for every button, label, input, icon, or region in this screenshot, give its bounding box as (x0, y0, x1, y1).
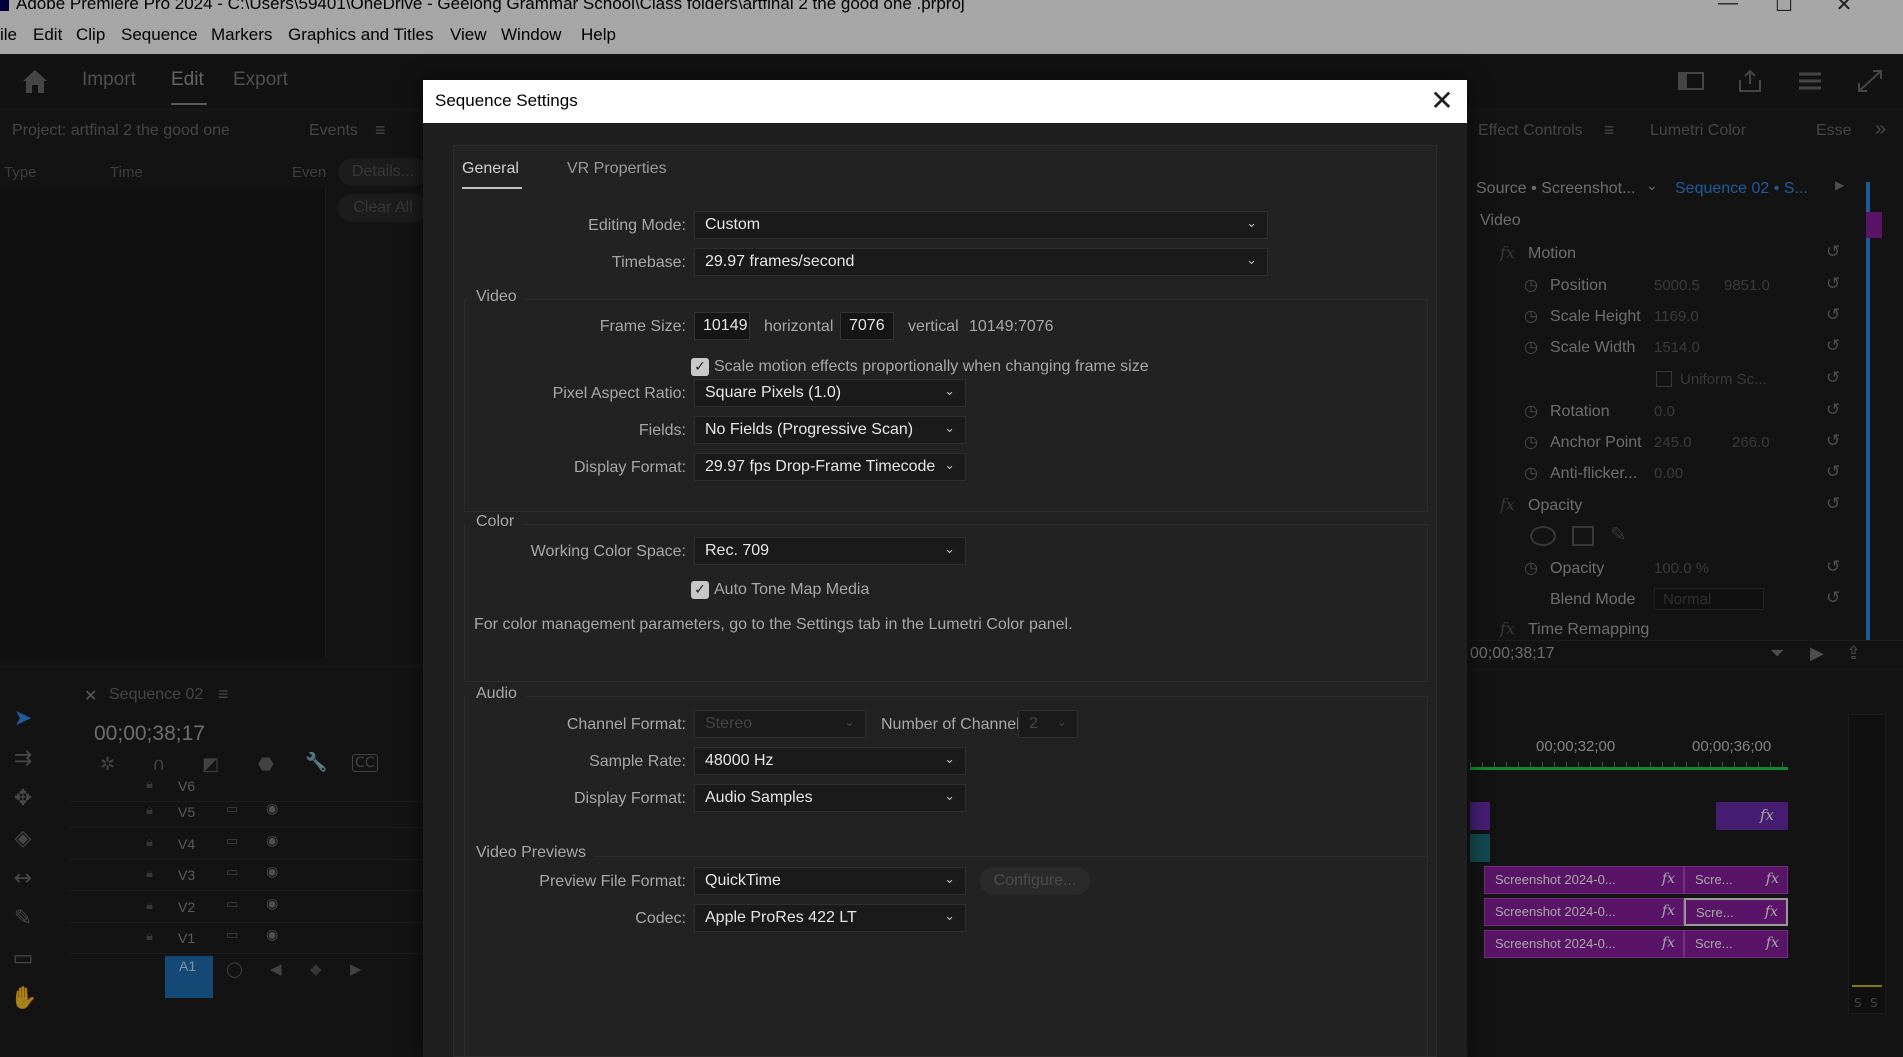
frame-width-input[interactable]: 10149 (694, 312, 750, 340)
chevron-down-icon: ⌄ (1246, 215, 1257, 230)
pixel-aspect-label: Pixel Aspect Ratio: (552, 385, 686, 402)
timebase-value: 29.97 frames/second (705, 253, 855, 270)
chevron-down-icon: ⌄ (944, 457, 955, 472)
working-color-space-select[interactable]: Rec. 709 ⌄ (694, 537, 966, 565)
chevron-down-icon: ⌄ (1056, 714, 1067, 729)
auto-tone-map-label[interactable]: Auto Tone Map Media (714, 581, 869, 599)
chevron-down-icon: ⌄ (944, 541, 955, 556)
audio-display-format-select[interactable]: Audio Samples ⌄ (694, 784, 966, 812)
configure-button: Configure... (980, 867, 1090, 895)
video-section-title: Video (466, 288, 525, 306)
chevron-down-icon: ⌄ (944, 751, 955, 766)
editing-mode-select[interactable]: Custom ⌄ (694, 211, 1268, 239)
preview-file-format-value: QuickTime (705, 872, 781, 889)
chevron-down-icon: ⌄ (844, 714, 855, 729)
audio-display-format-value: Audio Samples (705, 789, 813, 806)
dialog-close-button[interactable]: ✕ (1427, 84, 1457, 117)
fields-label: Fields: (638, 422, 686, 439)
tab-general[interactable]: General (462, 160, 519, 178)
video-display-format-select[interactable]: 29.97 fps Drop-Frame Timecode ⌄ (694, 453, 966, 481)
chevron-down-icon: ⌄ (944, 420, 955, 435)
scale-motion-checkbox[interactable]: ✓ (691, 358, 709, 376)
scale-motion-label[interactable]: Scale motion effects proportionally when… (714, 358, 1149, 376)
auto-tone-map-checkbox[interactable]: ✓ (691, 581, 709, 599)
pixel-aspect-value: Square Pixels (1.0) (705, 384, 842, 401)
active-tab-indicator (462, 187, 522, 189)
editing-mode-value: Custom (705, 216, 761, 233)
color-management-note: For color management parameters, go to t… (474, 616, 1073, 633)
video-display-format-value: 29.97 fps Drop-Frame Timecode (705, 458, 936, 475)
codec-label: Codec: (635, 910, 686, 927)
fields-value: No Fields (Progressive Scan) (705, 421, 914, 438)
timebase-label: Timebase: (611, 254, 686, 271)
channel-format-select: Stereo ⌄ (694, 710, 866, 738)
aspect-ratio-readout: 10149:7076 (969, 318, 1054, 335)
sample-rate-label: Sample Rate: (589, 753, 686, 770)
pixel-aspect-select[interactable]: Square Pixels (1.0) ⌄ (694, 379, 966, 407)
working-color-space-label: Working Color Space: (530, 543, 686, 560)
dialog-titlebar: Sequence Settings ✕ (423, 80, 1467, 123)
preview-file-format-select[interactable]: QuickTime ⌄ (694, 867, 966, 895)
dialog-body: General VR Properties Editing Mode: Cust… (453, 145, 1437, 1057)
editing-mode-label: Editing Mode: (588, 217, 686, 234)
audio-display-format-label: Display Format: (573, 790, 686, 807)
number-of-channels-select: 2 ⌄ (1018, 710, 1078, 738)
timebase-select[interactable]: 29.97 frames/second ⌄ (694, 248, 1268, 276)
number-of-channels-label: Number of Channels: (881, 716, 1033, 733)
working-color-space-value: Rec. 709 (705, 542, 770, 559)
number-of-channels-value: 2 (1029, 715, 1038, 732)
chevron-down-icon: ⌄ (944, 383, 955, 398)
chevron-down-icon: ⌄ (944, 788, 955, 803)
sequence-settings-dialog: Sequence Settings ✕ General VR Propertie… (423, 80, 1467, 1057)
color-section-title: Color (466, 513, 523, 531)
audio-section-title: Audio (466, 685, 525, 703)
sample-rate-value: 48000 Hz (705, 752, 774, 769)
dialog-title: Sequence Settings (435, 91, 578, 110)
codec-value: Apple ProRes 422 LT (705, 909, 857, 926)
sample-rate-select[interactable]: 48000 Hz ⌄ (694, 747, 966, 775)
horizontal-label: horizontal (764, 318, 834, 335)
preview-file-format-label: Preview File Format: (539, 873, 686, 890)
frame-size-label: Frame Size: (599, 318, 686, 335)
chevron-down-icon: ⌄ (944, 908, 955, 923)
channel-format-label: Channel Format: (566, 716, 686, 733)
chevron-down-icon: ⌄ (1246, 252, 1257, 267)
chevron-down-icon: ⌄ (944, 871, 955, 886)
fields-select[interactable]: No Fields (Progressive Scan) ⌄ (694, 416, 966, 444)
frame-height-input[interactable]: 7076 (840, 312, 894, 340)
codec-select[interactable]: Apple ProRes 422 LT ⌄ (694, 904, 966, 932)
channel-format-value: Stereo (705, 715, 753, 732)
video-previews-section-title: Video Previews (466, 844, 594, 862)
vertical-label: vertical (908, 318, 959, 335)
video-display-format-label: Display Format: (573, 459, 686, 476)
tab-vr-properties[interactable]: VR Properties (567, 160, 667, 178)
